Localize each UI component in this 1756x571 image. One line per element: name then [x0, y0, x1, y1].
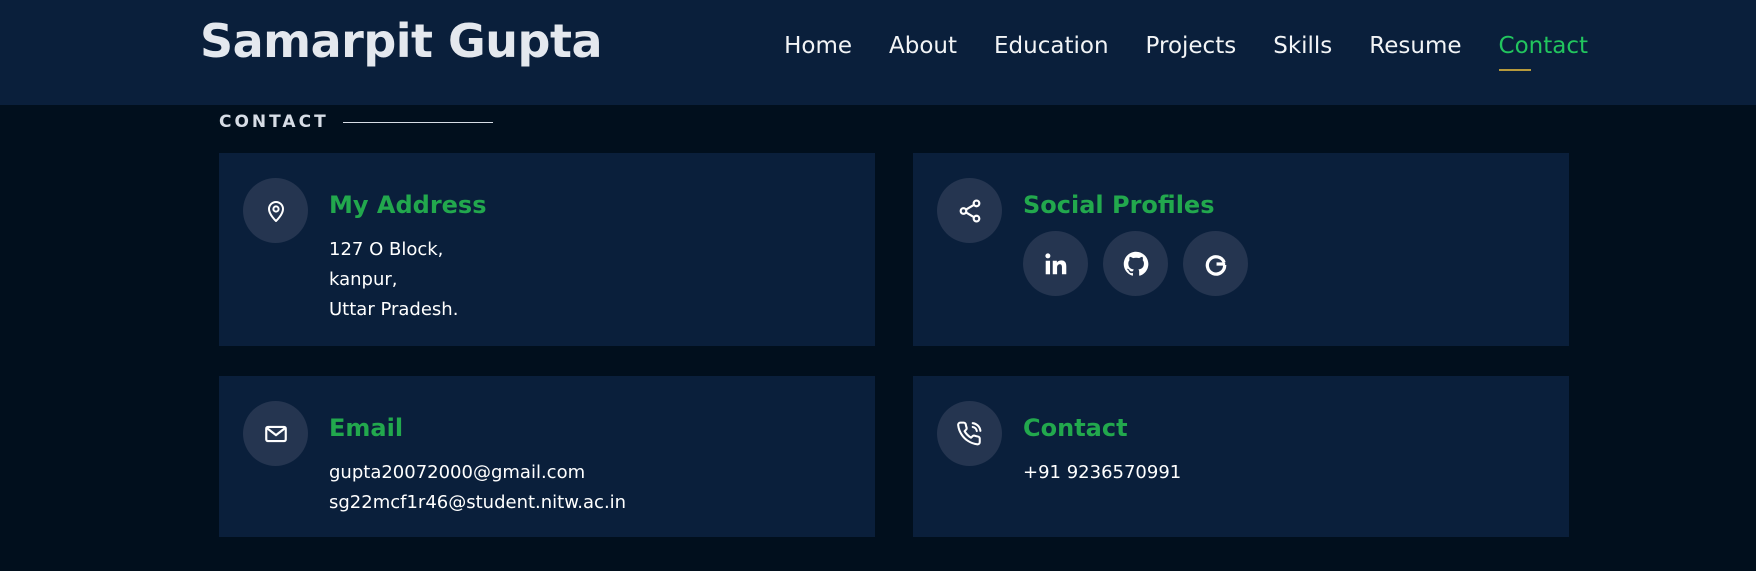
brand-name[interactable]: Samarpit Gupta: [200, 14, 603, 68]
contact-card: Contact +91 9236570991: [913, 376, 1569, 537]
section-label-line: [342, 121, 493, 123]
contact-lines: +91 9236570991: [1023, 458, 1181, 488]
map-pin-icon: [243, 178, 308, 243]
address-card: My Address 127 O Block, kanpur, Uttar Pr…: [219, 153, 875, 346]
email-title: Email: [329, 414, 404, 442]
address-line-2: kanpur,: [329, 269, 398, 290]
email-lines: gupta20072000@gmail.com sg22mcf1r46@stud…: [329, 458, 626, 518]
phone-number[interactable]: +91 9236570991: [1023, 458, 1181, 488]
phone-icon: [937, 401, 1002, 466]
email-line-2[interactable]: sg22mcf1r46@student.nitw.ac.in: [329, 488, 626, 518]
nav-links: Home About Education Projects Skills Res…: [784, 33, 1588, 71]
nav-skills[interactable]: Skills: [1273, 33, 1332, 59]
address-title: My Address: [329, 191, 487, 219]
section-label-text: CONTACT: [219, 112, 329, 132]
address-lines: 127 O Block, kanpur, Uttar Pradesh.: [329, 235, 458, 325]
address-line-1: 127 O Block,: [329, 239, 444, 260]
social-title: Social Profiles: [1023, 191, 1215, 219]
google-icon[interactable]: [1183, 231, 1248, 296]
social-card: Social Profiles: [913, 153, 1569, 346]
share-icon: [937, 178, 1002, 243]
social-links: [1023, 231, 1248, 296]
mail-icon: [243, 401, 308, 466]
section-label: CONTACT: [219, 112, 493, 132]
nav-projects[interactable]: Projects: [1146, 33, 1237, 59]
nav-about[interactable]: About: [889, 33, 957, 59]
contact-title: Contact: [1023, 414, 1128, 442]
nav-education[interactable]: Education: [994, 33, 1109, 59]
email-card: Email gupta20072000@gmail.com sg22mcf1r4…: [219, 376, 875, 537]
nav-contact[interactable]: Contact: [1498, 33, 1588, 71]
nav-resume[interactable]: Resume: [1369, 33, 1461, 59]
address-line-3: Uttar Pradesh.: [329, 299, 459, 320]
nav-home[interactable]: Home: [784, 33, 852, 59]
navbar: Samarpit Gupta Home About Education Proj…: [0, 0, 1756, 105]
github-icon[interactable]: [1103, 231, 1168, 296]
email-line-1[interactable]: gupta20072000@gmail.com: [329, 458, 626, 488]
linkedin-icon[interactable]: [1023, 231, 1088, 296]
